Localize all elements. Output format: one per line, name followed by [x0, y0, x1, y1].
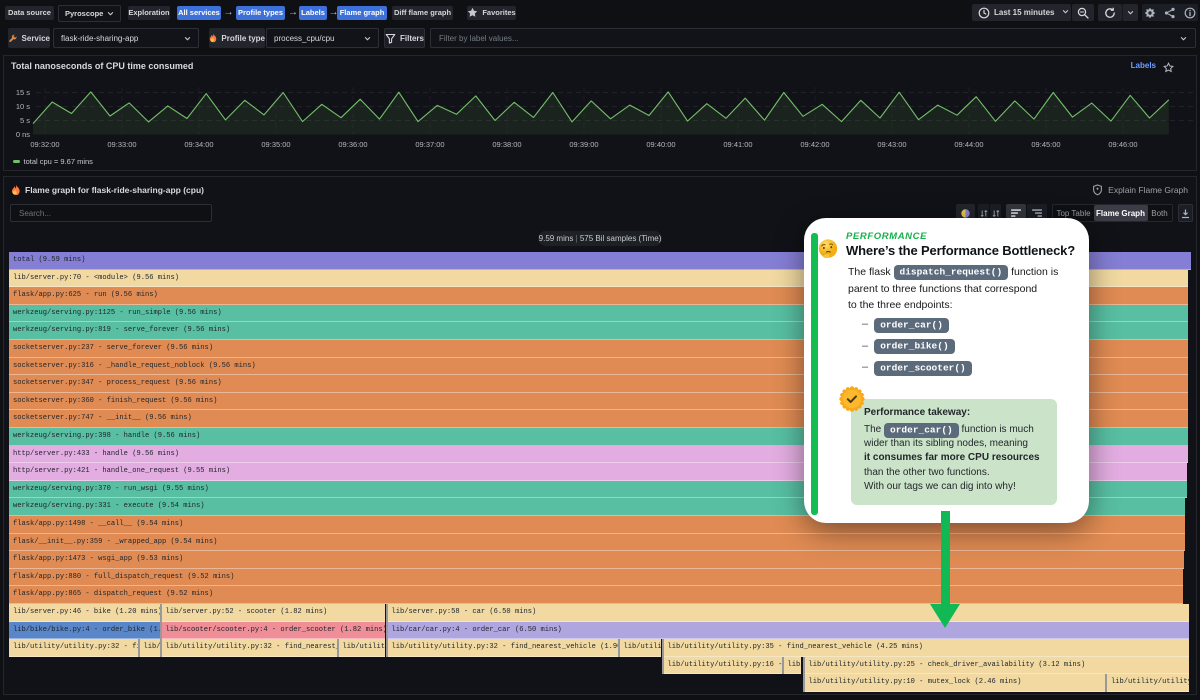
svg-text:09:45:00: 09:45:00: [1031, 140, 1060, 149]
svg-text:10 s: 10 s: [16, 102, 30, 111]
svg-text:09:44:00: 09:44:00: [954, 140, 983, 149]
svg-text:09:34:00: 09:34:00: [184, 140, 213, 149]
svg-text:09:40:00: 09:40:00: [646, 140, 675, 149]
svg-text:09:36:00: 09:36:00: [338, 140, 367, 149]
svg-text:09:32:00: 09:32:00: [30, 140, 59, 149]
svg-text:09:37:00: 09:37:00: [415, 140, 444, 149]
svg-text:09:35:00: 09:35:00: [261, 140, 290, 149]
svg-text:5 s: 5 s: [20, 116, 30, 125]
svg-text:0 ns: 0 ns: [16, 130, 30, 139]
svg-text:09:43:00: 09:43:00: [877, 140, 906, 149]
svg-text:09:38:00: 09:38:00: [492, 140, 521, 149]
svg-text:09:41:00: 09:41:00: [723, 140, 752, 149]
svg-text:09:39:00: 09:39:00: [569, 140, 598, 149]
svg-text:09:46:00: 09:46:00: [1108, 140, 1137, 149]
svg-text:15 s: 15 s: [16, 88, 30, 97]
svg-text:09:33:00: 09:33:00: [107, 140, 136, 149]
svg-text:09:42:00: 09:42:00: [800, 140, 829, 149]
